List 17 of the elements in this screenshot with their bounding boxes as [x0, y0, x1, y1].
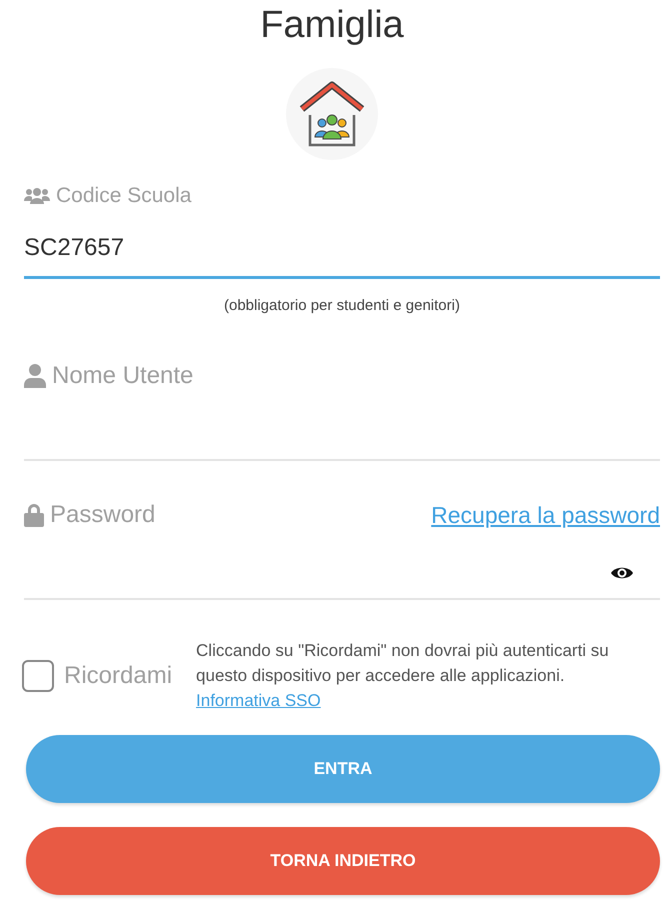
field-hint: (obbligatorio per studenti e genitori): [223, 297, 461, 314]
lock-icon: [24, 503, 44, 527]
page-title: Famiglia: [260, 3, 404, 48]
sso-info-link[interactable]: Informativa SSO: [196, 691, 321, 710]
input-field[interactable]: SC27657: [24, 208, 660, 279]
field-label: Password: [50, 501, 156, 529]
remember-label: Ricordami: [64, 662, 172, 690]
field-label: Codice Scuola: [56, 184, 192, 208]
eye-icon[interactable]: [610, 565, 634, 581]
login-button[interactable]: ENTRA: [26, 735, 660, 803]
recover-password-link[interactable]: Recupera la password: [431, 502, 660, 528]
field-label: Nome Utente: [52, 362, 194, 390]
users-icon: [24, 188, 50, 204]
back-button[interactable]: TORNA INDIETRO: [26, 827, 660, 895]
remember-note: Cliccando su "Ricordami" non dovrai più autenticarti su questo dispositivo per accedere alle applicazioni. Informativa SSO: [196, 640, 610, 712]
user-icon: [24, 364, 46, 388]
remember-checkbox[interactable]: [22, 660, 54, 692]
